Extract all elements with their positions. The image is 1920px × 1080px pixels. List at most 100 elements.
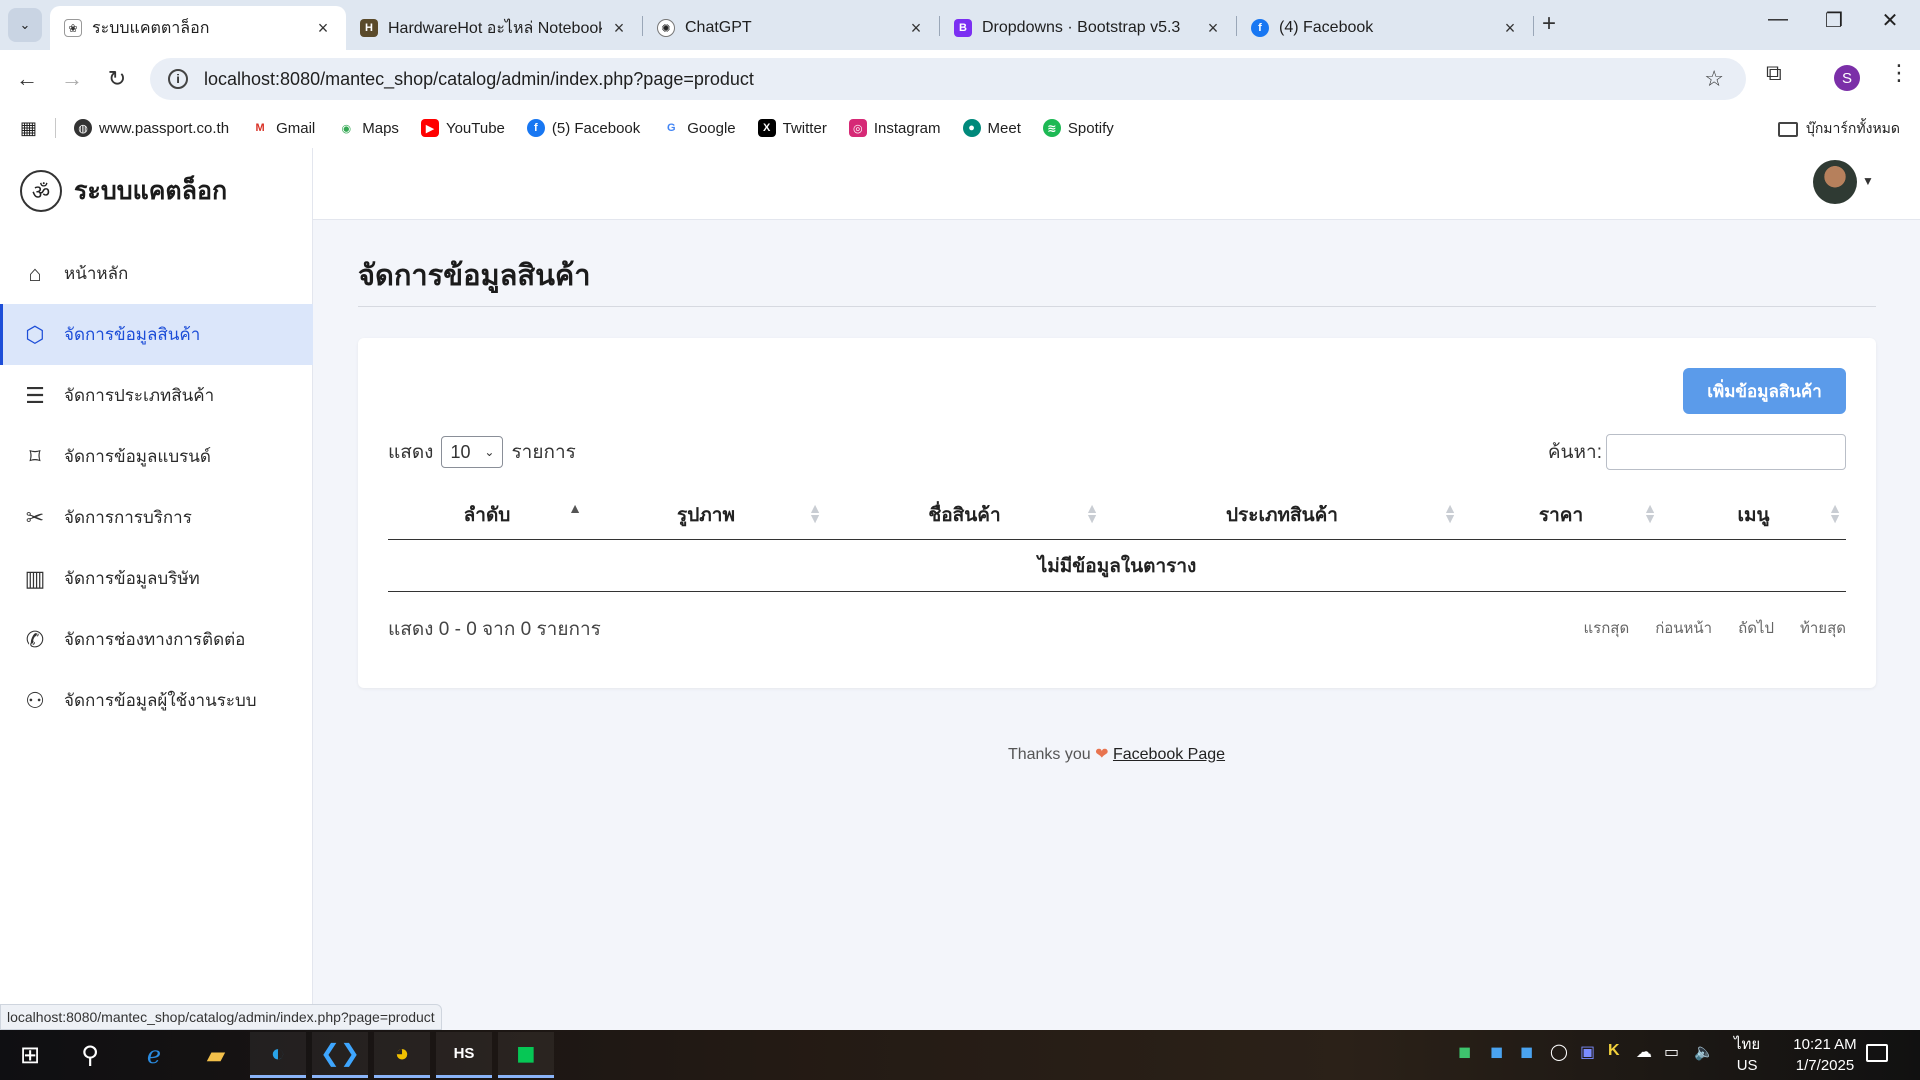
vscode-icon[interactable]: ❮❯ <box>312 1032 368 1078</box>
reload-button[interactable]: ↻ <box>100 62 134 96</box>
column-header-order[interactable]: ลำดับ ▲ <box>388 490 586 540</box>
bookmark-gmail[interactable]: M Gmail <box>251 119 315 137</box>
table-header: ลำดับ ▲ รูปภาพ ▲ ▼ ชื่อสินค้า ▲ ▼ ประเภทสิ… <box>388 490 1846 540</box>
browser-toolbar: ← → ↻ i localhost:8080/mantec_shop/catal… <box>0 50 1920 108</box>
restore-button[interactable]: ❐ <box>1814 8 1854 33</box>
bookmark-meet[interactable]: ● Meet <box>962 119 1021 137</box>
browser-tab-chatgpt[interactable]: ✺ ChatGPT × <box>643 6 939 50</box>
tray-app-icon[interactable]: ◼ <box>1520 1042 1533 1062</box>
sidebar-item-services[interactable]: ✂ จัดการการบริการ <box>0 487 313 548</box>
apps-grid-icon[interactable]: ▦ <box>20 118 37 139</box>
facebook-page-link[interactable]: Facebook Page <box>1113 746 1225 763</box>
close-icon[interactable]: × <box>314 18 332 39</box>
bookmark-youtube[interactable]: ▶ YouTube <box>420 119 505 137</box>
browser-tab-facebook[interactable]: f (4) Facebook × <box>1237 6 1533 50</box>
profile-avatar[interactable]: S <box>1834 65 1860 91</box>
bookmark-facebook[interactable]: f (5) Facebook <box>526 119 640 137</box>
sidebar-item-categories[interactable]: ☰ จัดการประเภทสินค้า <box>0 365 313 426</box>
column-header-image[interactable]: รูปภาพ ▲ ▼ <box>586 490 826 540</box>
google-icon: G <box>662 119 681 137</box>
search-icon[interactable]: ⚲ <box>62 1032 118 1078</box>
tray-cloud-icon[interactable]: ☁ <box>1636 1042 1652 1062</box>
bookmark-twitter[interactable]: X Twitter <box>757 119 827 137</box>
table-info: แสดง 0 - 0 จาก 0 รายการ <box>388 619 601 640</box>
sidebar: ॐ ระบบแคตล็อก ⌂ หน้าหลัก ⬡ จัดการข้อมูลส… <box>0 148 313 1030</box>
file-explorer-icon[interactable]: ▰ <box>188 1032 244 1078</box>
wechat-tray-icon[interactable]: ◼ <box>1458 1042 1471 1062</box>
tray-circle-icon[interactable]: ◯ <box>1550 1042 1568 1062</box>
sidebar-item-home[interactable]: ⌂ หน้าหลัก <box>0 243 313 304</box>
volume-muted-icon[interactable]: 🔈 <box>1694 1042 1714 1062</box>
close-icon[interactable]: × <box>610 18 628 39</box>
chrome-icon[interactable]: ◕ <box>374 1032 430 1078</box>
facebook-favicon-icon: f <box>1251 19 1269 37</box>
pagination-previous[interactable]: ก่อนหน้า <box>1655 616 1712 640</box>
pagination-first[interactable]: แรกสุด <box>1583 616 1629 640</box>
brand-logo-icon: ॐ <box>20 170 62 212</box>
line-icon[interactable]: ◼ <box>498 1032 554 1078</box>
column-header-price[interactable]: ราคา ▲ ▼ <box>1461 490 1661 540</box>
sort-icon: ▲ ▼ <box>808 500 822 526</box>
input-language[interactable]: ไทย US <box>1734 1034 1760 1076</box>
bookmark-passport[interactable]: ◍ www.passport.co.th <box>74 119 229 137</box>
all-bookmarks-button[interactable]: บุ๊กมาร์กทั้งหมด <box>1777 118 1900 140</box>
windows-start-icon[interactable]: ⊞ <box>2 1032 58 1078</box>
browser-menu-icon[interactable]: ⋮ <box>1888 60 1910 86</box>
column-header-menu[interactable]: เมนู ▲ ▼ <box>1661 490 1846 540</box>
bookmark-google[interactable]: G Google <box>662 119 736 137</box>
bootstrap-favicon-icon: B <box>954 19 972 37</box>
hs-app-icon[interactable]: HS <box>436 1032 492 1078</box>
sidebar-item-contacts[interactable]: ✆ จัดการช่องทางการติดต่อ <box>0 609 313 670</box>
edge-icon[interactable]: ◐ <box>250 1032 306 1078</box>
page-length-control: แสดง 10 ⌄ รายการ <box>388 436 576 468</box>
column-header-name[interactable]: ชื่อสินค้า ▲ ▼ <box>826 490 1103 540</box>
column-header-category[interactable]: ประเภทสินค้า ▲ ▼ <box>1103 490 1461 540</box>
page-length-select[interactable]: 10 ⌄ <box>441 436 504 468</box>
pagination-next[interactable]: ถัดไป <box>1738 616 1774 640</box>
sidebar-item-users[interactable]: ⚇ จัดการข้อมูลผู้ใช้งานระบบ <box>0 670 313 731</box>
bookmark-maps[interactable]: ◉ Maps <box>337 119 399 137</box>
browser-tab-bootstrap[interactable]: B Dropdowns · Bootstrap v5.3 × <box>940 6 1236 50</box>
browser-tab-catalog[interactable]: ❀ ระบบแคตตาล็อก × <box>50 6 346 50</box>
extensions-icon[interactable]: ⧉ <box>1766 60 1782 86</box>
notification-icon[interactable] <box>1866 1044 1888 1062</box>
close-icon[interactable]: × <box>1501 18 1519 39</box>
bookmark-instagram[interactable]: ◎ Instagram <box>848 119 941 137</box>
forward-button[interactable]: → <box>55 62 89 96</box>
bookmark-star-icon[interactable]: ☆ <box>1704 66 1724 92</box>
bookmark-spotify[interactable]: ≋ Spotify <box>1042 119 1114 137</box>
app-topbar <box>313 148 1920 220</box>
add-product-button[interactable]: เพิ่มข้อมูลสินค้า <box>1683 368 1846 414</box>
search-input[interactable] <box>1606 434 1846 470</box>
minimize-button[interactable]: — <box>1758 8 1798 31</box>
sort-icon: ▲ ▼ <box>1443 500 1457 526</box>
pagination-last[interactable]: ท้ายสุด <box>1800 616 1846 640</box>
youtube-icon: ▶ <box>420 119 439 137</box>
system-clock[interactable]: 10:21 AM 1/7/2025 <box>1780 1034 1870 1076</box>
tray-app-icon[interactable]: ◼ <box>1490 1042 1503 1062</box>
chevron-down-icon: ⌄ <box>484 445 495 459</box>
browser-tab-hardwarehot[interactable]: H HardwareHot อะไหล่ Notebook × <box>346 6 642 50</box>
sidebar-item-company[interactable]: ▥ จัดการข้อมูลบริษัท <box>0 548 313 609</box>
tray-app-icon[interactable]: ▣ <box>1580 1042 1595 1062</box>
close-icon[interactable]: × <box>1204 18 1222 39</box>
list-icon: ☰ <box>25 382 45 408</box>
home-icon: ⌂ <box>28 260 42 286</box>
close-window-button[interactable]: ✕ <box>1870 8 1910 33</box>
new-tab-button[interactable]: + <box>1542 10 1556 38</box>
brand[interactable]: ॐ ระบบแคตล็อก <box>20 170 227 212</box>
caret-down-icon[interactable]: ▼ <box>1862 174 1874 188</box>
network-icon[interactable]: ▭ <box>1664 1042 1679 1062</box>
sidebar-item-products[interactable]: ⬡ จัดการข้อมูลสินค้า <box>0 304 313 365</box>
tab-search-button[interactable]: ⌄ <box>8 8 42 42</box>
tray-k-icon[interactable]: K <box>1608 1042 1620 1060</box>
browser-status-bar: localhost:8080/mantec_shop/catalog/admin… <box>0 1004 442 1030</box>
close-icon[interactable]: × <box>907 18 925 39</box>
address-bar[interactable]: i localhost:8080/mantec_shop/catalog/adm… <box>150 58 1746 100</box>
sidebar-item-brands[interactable]: ⌑ จัดการข้อมูลแบรนด์ <box>0 426 313 487</box>
back-button[interactable]: ← <box>10 62 44 96</box>
site-info-icon[interactable]: i <box>168 69 188 89</box>
internet-explorer-icon[interactable]: ℯ <box>126 1032 182 1078</box>
user-avatar[interactable] <box>1813 160 1857 204</box>
bookmarks-bar: ▦ ◍ www.passport.co.th M Gmail ◉ Maps ▶ YouT… <box>0 108 1920 148</box>
